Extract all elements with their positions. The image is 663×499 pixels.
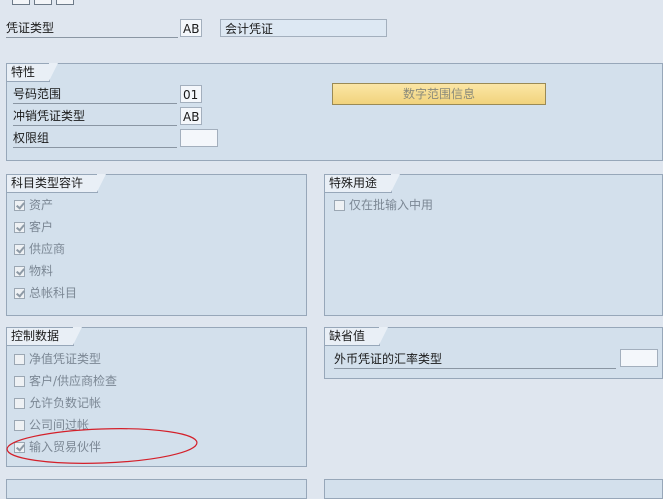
lower-left-group bbox=[6, 479, 307, 499]
doc-type-label: 凭证类型 bbox=[6, 20, 178, 38]
properties-title: 特性 bbox=[7, 63, 59, 82]
auth-group-label: 权限组 bbox=[13, 130, 177, 148]
checkbox-label: 物料 bbox=[29, 264, 54, 278]
special-usage-title: 特殊用途 bbox=[325, 174, 401, 193]
checkbox-icon[interactable] bbox=[334, 199, 345, 211]
checkbox-material[interactable]: 物料 bbox=[14, 262, 53, 280]
auth-group-field[interactable] bbox=[180, 129, 218, 147]
checkbox-icon[interactable] bbox=[14, 243, 25, 255]
checkbox-label: 客户 bbox=[29, 220, 54, 234]
lower-right-group bbox=[324, 479, 663, 499]
checkbox-label: 总帐科目 bbox=[29, 286, 78, 300]
toolbar-button-2[interactable] bbox=[34, 0, 52, 5]
checkbox-vendor[interactable]: 供应商 bbox=[14, 240, 65, 258]
checkbox-customer-vendor-check[interactable]: 客户/供应商检查 bbox=[14, 372, 117, 390]
checkbox-icon[interactable] bbox=[14, 353, 25, 365]
checkbox-label: 资产 bbox=[29, 198, 54, 212]
checkbox-gl-account[interactable]: 总帐科目 bbox=[14, 284, 77, 302]
fx-rate-type-field[interactable] bbox=[620, 349, 658, 367]
checkbox-label: 净值凭证类型 bbox=[29, 352, 102, 366]
checkbox-icon[interactable] bbox=[14, 397, 25, 409]
control-data-title: 控制数据 bbox=[7, 327, 83, 346]
checkbox-icon[interactable] bbox=[14, 199, 25, 211]
toolbar-button-1[interactable] bbox=[12, 0, 30, 5]
checkbox-net-doc-type[interactable]: 净值凭证类型 bbox=[14, 350, 101, 368]
checkbox-label: 供应商 bbox=[29, 242, 66, 256]
checkbox-label: 客户/供应商检查 bbox=[29, 374, 118, 388]
checkbox-icon[interactable] bbox=[14, 221, 25, 233]
reverse-doc-type-label: 冲销凭证类型 bbox=[13, 108, 177, 126]
number-range-info-button[interactable]: 数字范围信息 bbox=[332, 83, 546, 105]
number-range-field[interactable]: 01 bbox=[180, 85, 202, 103]
checkbox-icon[interactable] bbox=[14, 375, 25, 387]
reverse-doc-type-field[interactable]: AB bbox=[180, 107, 202, 125]
toolbar-button-3[interactable] bbox=[56, 0, 74, 5]
account-types-title: 科目类型容许 bbox=[7, 174, 107, 193]
number-range-label: 号码范围 bbox=[13, 86, 177, 104]
default-values-title: 缺省值 bbox=[325, 327, 389, 346]
annotation-ellipse bbox=[6, 428, 198, 464]
checkbox-batch-input-only[interactable]: 仅在批输入中用 bbox=[334, 196, 433, 214]
checkbox-assets[interactable]: 资产 bbox=[14, 196, 53, 214]
checkbox-icon[interactable] bbox=[14, 265, 25, 277]
doc-type-field[interactable]: AB bbox=[180, 19, 202, 37]
checkbox-customer[interactable]: 客户 bbox=[14, 218, 53, 236]
fx-rate-type-label: 外币凭证的汇率类型 bbox=[334, 351, 616, 369]
checkbox-icon[interactable] bbox=[14, 287, 25, 299]
checkbox-negative-posting[interactable]: 允许负数记帐 bbox=[14, 394, 101, 412]
checkbox-label: 允许负数记帐 bbox=[29, 396, 102, 410]
doc-type-description: 会计凭证 bbox=[220, 19, 387, 37]
checkbox-label: 仅在批输入中用 bbox=[349, 198, 434, 212]
